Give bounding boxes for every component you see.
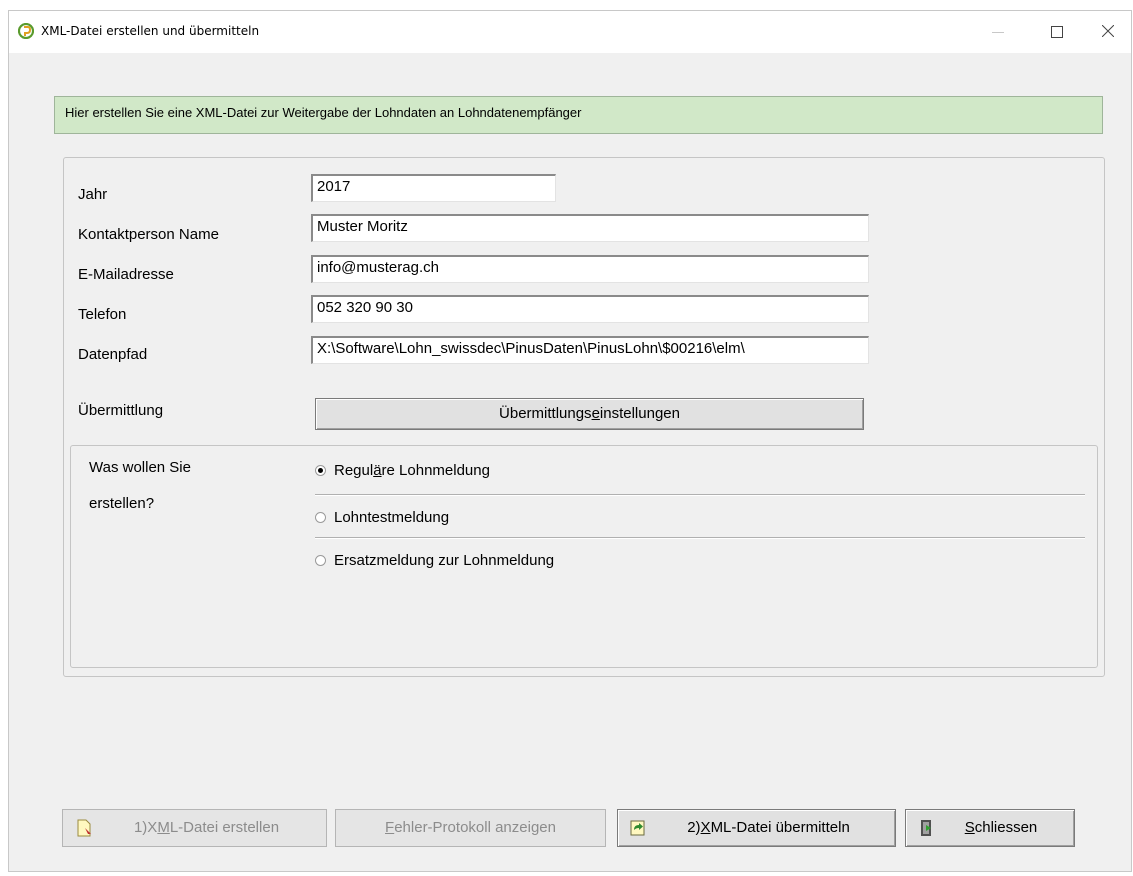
kontakt-name-field[interactable]: Muster Moritz bbox=[311, 214, 869, 242]
schliessen-button[interactable]: Schliessen bbox=[905, 809, 1075, 847]
radio-button[interactable] bbox=[315, 464, 326, 476]
report-type-group: Was wollen Sie erstellen? Reguläre Lohnm… bbox=[70, 445, 1098, 668]
pinus-app-icon bbox=[18, 23, 34, 39]
jahr-field[interactable]: 2017 bbox=[311, 174, 556, 202]
close-window-button[interactable] bbox=[1085, 11, 1131, 53]
telefon-field[interactable]: 052 320 90 30 bbox=[311, 295, 869, 323]
exit-door-icon bbox=[921, 820, 931, 836]
separator bbox=[315, 494, 1085, 496]
radio-label: Lohntestmeldung bbox=[334, 508, 450, 526]
radio-ersatzmeldung[interactable]: Ersatzmeldung zur Lohnmeldung bbox=[315, 549, 554, 571]
radio-label: Reguläre Lohnmeldung bbox=[334, 461, 490, 479]
jahr-label: Jahr bbox=[78, 186, 108, 203]
dialog-window: XML-Datei erstellen und übermitteln Hier… bbox=[8, 10, 1132, 872]
close-icon bbox=[1102, 25, 1114, 37]
document-icon bbox=[77, 819, 91, 837]
question-line1: Was wollen Sie bbox=[89, 459, 191, 476]
maximize-button[interactable] bbox=[1033, 11, 1079, 53]
uebermittlungseinstellungen-button[interactable]: Übermittlungseinstellungen bbox=[315, 398, 864, 430]
window-title: XML-Datei erstellen und übermitteln bbox=[41, 24, 260, 38]
fehler-protokoll-button[interactable]: Fehler-Protokoll anzeigen bbox=[335, 809, 606, 847]
radio-lohntestmeldung[interactable]: Lohntestmeldung bbox=[315, 506, 449, 528]
uebermittlung-label: Übermittlung bbox=[78, 402, 164, 419]
telefon-label: Telefon bbox=[78, 306, 127, 323]
separator bbox=[315, 537, 1085, 539]
datenpfad-label: Datenpfad bbox=[78, 346, 148, 363]
minimize-button[interactable] bbox=[975, 11, 1021, 53]
title-bar: XML-Datei erstellen und übermitteln bbox=[9, 11, 1131, 53]
datenpfad-field[interactable]: X:\Software\Lohn_swissdec\PinusDaten\Pin… bbox=[311, 336, 869, 364]
radio-regulaere-lohnmeldung[interactable]: Reguläre Lohnmeldung bbox=[315, 459, 490, 481]
info-banner: Hier erstellen Sie eine XML-Datei zur We… bbox=[54, 96, 1103, 134]
xml-create-button[interactable]: 1)XML-Datei erstellen bbox=[62, 809, 327, 847]
question-line2: erstellen? bbox=[89, 495, 155, 512]
radio-button[interactable] bbox=[315, 511, 326, 523]
email-field[interactable]: info@musterag.ch bbox=[311, 255, 869, 283]
email-label: E-Mailadresse bbox=[78, 266, 174, 283]
kontakt-label: Kontaktperson Name bbox=[78, 226, 219, 243]
radio-button[interactable] bbox=[315, 554, 326, 566]
xml-send-button[interactable]: 2)XML-Datei übermitteln bbox=[617, 809, 896, 847]
radio-label: Ersatzmeldung zur Lohnmeldung bbox=[334, 551, 555, 569]
send-arrow-icon bbox=[630, 820, 645, 836]
